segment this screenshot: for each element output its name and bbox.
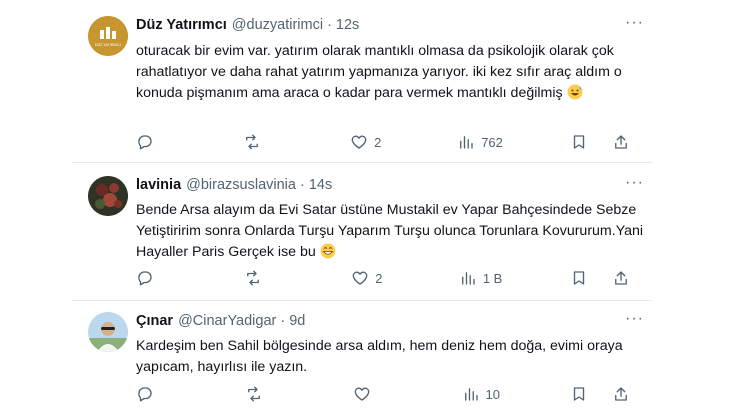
bookmark-icon[interactable] [570, 385, 588, 403]
retweet-icon [247, 386, 260, 402]
avatar[interactable] [88, 312, 128, 352]
heart-icon [352, 271, 368, 285]
retweet-icon [246, 134, 258, 150]
bookmark-share-group [570, 133, 630, 151]
view-count: 762 [481, 134, 503, 150]
timestamp[interactable]: 9d [289, 313, 305, 329]
analytics-icon [461, 272, 475, 285]
share-icon[interactable] [612, 269, 630, 287]
separator-dot: · [280, 313, 286, 329]
like-button[interactable]: 2 [351, 269, 391, 287]
author-name[interactable]: Çınar [136, 313, 173, 329]
heart-icon [351, 135, 367, 149]
avatar-photo-icon [88, 176, 128, 216]
tweet-body: Çınar @CinarYadigar · 9d ··· Kardeşim be… [136, 311, 644, 378]
bookmark-icon[interactable] [570, 133, 588, 151]
view-count: 1 B [482, 270, 503, 286]
author-handle[interactable]: @duzyatirimci [232, 17, 323, 33]
tweet-header: Çınar @CinarYadigar · 9d [136, 312, 644, 330]
reply-icon [138, 271, 152, 286]
avatar-photo-icon [88, 312, 128, 352]
analytics-icon [460, 136, 473, 149]
share-icon[interactable] [612, 385, 630, 403]
tweet-actions: 10 [136, 384, 630, 404]
separator-dot: · [327, 17, 332, 33]
sweat-smile-emoji [567, 84, 583, 100]
like-button[interactable] [353, 385, 393, 403]
reply-button[interactable] [136, 269, 176, 287]
tweet-text-content: Bende Arsa alayım da Evi Satar üstüne Mu… [136, 202, 644, 260]
like-button[interactable]: 2 [350, 133, 390, 151]
grin-emoji [320, 243, 336, 259]
tweet-divider [72, 162, 652, 163]
views-button[interactable]: 1 B [459, 269, 503, 287]
retweet-button[interactable] [243, 133, 283, 151]
tweet-text-content: Kardeşim ben Sahil bölgesinde arsa aldım… [136, 338, 623, 375]
retweet-button[interactable] [245, 385, 285, 403]
tweet-actions: 2 762 [136, 132, 630, 152]
analytics-icon [464, 388, 478, 401]
tweet-text: Bende Arsa alayım da Evi Satar üstüne Mu… [136, 200, 644, 263]
share-icon[interactable] [612, 133, 630, 151]
avatar[interactable]: DÜZ YATIRIMCI [88, 16, 128, 56]
reply-button[interactable] [136, 133, 176, 151]
tweet-text-content: oturacak bir evim var. yatırım olarak ma… [136, 43, 622, 101]
reply-button[interactable] [136, 385, 176, 403]
views-button[interactable]: 762 [457, 133, 503, 151]
avatar[interactable] [88, 176, 128, 216]
tweet-actions: 2 1 B [136, 268, 630, 288]
bookmark-icon[interactable] [570, 269, 588, 287]
author-handle[interactable]: @birazsuslavinia [186, 177, 296, 193]
bookmark-share-group [570, 385, 630, 403]
reply-icon [138, 135, 152, 150]
view-count: 10 [485, 386, 500, 402]
separator-dot: · [299, 177, 305, 193]
timestamp[interactable]: 14s [309, 177, 332, 193]
timestamp[interactable]: 12s [336, 17, 359, 33]
more-options-icon[interactable]: ··· [625, 15, 644, 31]
retweet-icon [246, 270, 259, 286]
avatar-logo-icon: DÜZ YATIRIMCI [88, 16, 128, 56]
author-handle[interactable]: @CinarYadigar [178, 313, 276, 329]
tweet-text: Kardeşim ben Sahil bölgesinde arsa aldım… [136, 336, 644, 378]
bookmark-share-group [570, 269, 630, 287]
tweet-body: lavinia @birazsuslavinia · 14s ··· Bende… [136, 175, 644, 263]
reply-icon [138, 387, 152, 402]
avatar-text: DÜZ YATIRIMCI [95, 43, 121, 47]
retweet-button[interactable] [244, 269, 284, 287]
tweet-divider [72, 300, 652, 301]
like-count: 2 [375, 270, 383, 286]
more-options-icon[interactable]: ··· [625, 311, 644, 327]
tweet-thread: DÜZ YATIRIMCI Düz Yatırımcı @duzyatirimc… [0, 0, 730, 420]
tweet-header: lavinia @birazsuslavinia · 14s [136, 176, 644, 194]
tweet-header: Düz Yatırımcı @duzyatirimci · 12s [136, 16, 644, 34]
tweet-text: oturacak bir evim var. yatırım olarak ma… [136, 41, 644, 104]
author-name[interactable]: lavinia [136, 177, 181, 193]
tweet-body: Düz Yatırımcı @duzyatirimci · 12s ··· ot… [136, 15, 644, 104]
views-button[interactable]: 10 [462, 385, 502, 403]
author-name[interactable]: Düz Yatırımcı [136, 17, 227, 33]
like-count: 2 [374, 134, 382, 150]
heart-icon [354, 387, 370, 401]
more-options-icon[interactable]: ··· [625, 175, 644, 191]
